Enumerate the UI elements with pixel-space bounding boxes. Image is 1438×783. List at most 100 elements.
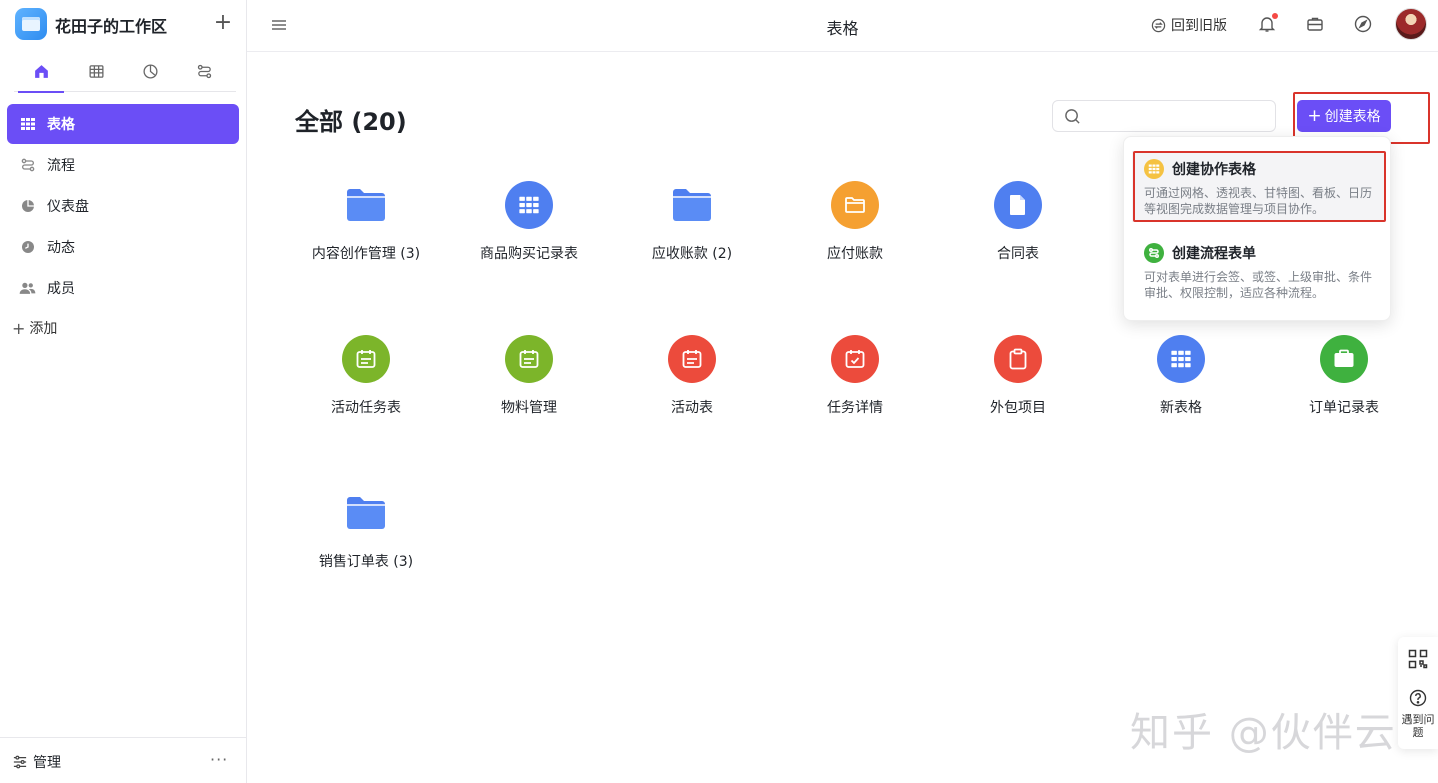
- add-label: 添加: [29, 321, 58, 337]
- compass-icon[interactable]: [1354, 15, 1374, 35]
- toolbox-icon[interactable]: [1306, 15, 1326, 35]
- calendar-icon: [505, 335, 553, 383]
- sidebar-add-button[interactable]: + 添加: [12, 318, 57, 338]
- watermark: 知乎 @伙伴云: [1130, 710, 1397, 756]
- sidebar-item-label: 动态: [47, 240, 75, 256]
- main-content: 全部 (20) + 创建表格 内容创作管理 (3) 商品购买记录表 应收账款 (…: [247, 52, 1438, 783]
- tile-new-table[interactable]: 新表格: [1100, 335, 1262, 435]
- create-dropdown-menu: 创建协作表格 可通过网格、透视表、甘特图、看板、日历等视图完成数据管理与项目协作…: [1123, 136, 1391, 321]
- avatar[interactable]: [1395, 8, 1427, 40]
- tile-activity-tasks[interactable]: 活动任务表: [285, 335, 447, 435]
- grid-table-icon: [1157, 335, 1205, 383]
- sidebar-item-flow[interactable]: 流程: [7, 145, 239, 185]
- grid-icon: [19, 116, 36, 133]
- sidebar-tabs: [14, 58, 236, 93]
- sidebar-footer: 管理 ···: [0, 737, 246, 783]
- sidebar: 花田子的工作区 + 表格 流程 仪表盘 动态 成员 + 添加 管理 ···: [0, 0, 247, 783]
- sidebar-item-activity[interactable]: 动态: [7, 227, 239, 267]
- table-icon: [88, 65, 104, 78]
- add-workspace-icon[interactable]: +: [212, 10, 234, 36]
- tile-label: 活动表: [671, 400, 713, 416]
- folder-icon: [831, 181, 879, 229]
- tile-label: 订单记录表: [1309, 400, 1379, 416]
- help-button[interactable]: 遇到问题: [1398, 689, 1438, 739]
- folder-icon: [668, 181, 716, 229]
- notification-dot: [1272, 13, 1278, 19]
- search-box[interactable]: [1052, 100, 1276, 132]
- tile-label: 商品购买记录表: [480, 246, 578, 262]
- flow-icon: [19, 157, 36, 174]
- tile-label: 应付账款: [827, 246, 883, 262]
- tile-outsourcing[interactable]: 外包项目: [937, 335, 1099, 435]
- tile-label: 新表格: [1160, 400, 1202, 416]
- sidebar-item-label: 表格: [47, 117, 75, 133]
- folder-icon: [342, 489, 390, 537]
- sidebar-nav: 表格 流程 仪表盘 动态 成员: [7, 104, 239, 309]
- back-old-label: 回到旧版: [1171, 18, 1227, 34]
- sidebar-item-label: 成员: [47, 281, 75, 297]
- grid-table-icon: [505, 181, 553, 229]
- tile-task-details[interactable]: 任务详情: [774, 335, 936, 435]
- sidebar-item-members[interactable]: 成员: [7, 268, 239, 308]
- tile-label: 任务详情: [827, 400, 883, 416]
- tile-label: 活动任务表: [331, 400, 401, 416]
- plus-icon: +: [1307, 106, 1322, 126]
- briefcase-icon: [1320, 335, 1368, 383]
- qr-code-icon[interactable]: [1408, 649, 1428, 673]
- search-input[interactable]: [1087, 106, 1267, 126]
- section-heading: 全部 (20): [295, 108, 407, 136]
- folder-icon: [342, 181, 390, 229]
- tile-label: 内容创作管理 (3): [311, 246, 421, 262]
- sidebar-item-dashboard[interactable]: 仪表盘: [7, 186, 239, 226]
- tab-tables[interactable]: [69, 58, 123, 92]
- workspace-title[interactable]: 花田子的工作区: [55, 13, 167, 37]
- calendar-icon: [342, 335, 390, 383]
- calendar-icon: [668, 335, 716, 383]
- tile-label: 销售订单表 (3): [318, 554, 414, 570]
- tile-order-records[interactable]: 订单记录表: [1263, 335, 1425, 435]
- clock-icon: [19, 239, 36, 256]
- tile-materials[interactable]: 物料管理: [448, 335, 610, 435]
- tab-home[interactable]: [14, 58, 68, 93]
- tile-label: 应收账款 (2): [651, 246, 733, 262]
- calendar-check-icon: [831, 335, 879, 383]
- members-icon: [19, 280, 36, 297]
- create-table-button[interactable]: + 创建表格: [1297, 100, 1391, 132]
- floating-help-panel: 遇到问题: [1398, 637, 1438, 749]
- tile-purchase-records[interactable]: 商品购买记录表: [448, 181, 610, 281]
- tab-flow[interactable]: [177, 58, 231, 92]
- tile-accounts-receivable[interactable]: 应收账款 (2): [611, 181, 773, 281]
- tile-activities[interactable]: 活动表: [611, 335, 773, 435]
- tab-dashboard[interactable]: [123, 58, 177, 92]
- option-description: 可对表单进行会签、或签、上级审批、条件审批、权限控制，适应各种流程。: [1144, 270, 1373, 300]
- manage-label: 管理: [33, 755, 61, 771]
- document-icon: [994, 181, 1042, 229]
- workspace-logo[interactable]: [15, 8, 47, 40]
- create-flow-form-option[interactable]: 创建流程表单 可对表单进行会签、或签、上级审批、条件审批、权限控制，适应各种流程…: [1132, 235, 1384, 307]
- more-icon[interactable]: ···: [210, 750, 228, 769]
- option-highlight-box: [1133, 151, 1386, 222]
- sidebar-item-label: 流程: [47, 158, 75, 174]
- create-label: 创建表格: [1324, 109, 1381, 125]
- top-bar: 表格 回到旧版: [247, 0, 1438, 52]
- pie-chart-icon: [142, 64, 158, 79]
- tile-contracts[interactable]: 合同表: [937, 181, 1099, 281]
- tile-label: 合同表: [997, 246, 1039, 262]
- dashboard-icon: [19, 198, 36, 215]
- tile-accounts-payable[interactable]: 应付账款: [774, 181, 936, 281]
- tile-sales-orders[interactable]: 销售订单表 (3): [285, 489, 447, 589]
- workspace-header: 花田子的工作区 +: [0, 0, 246, 48]
- plus-icon: +: [12, 318, 26, 338]
- flow-form-icon: [1144, 243, 1164, 263]
- tile-label: 物料管理: [501, 400, 557, 416]
- tile-content-management[interactable]: 内容创作管理 (3): [285, 181, 447, 281]
- flow-icon: [197, 64, 211, 79]
- settings-sliders-icon: [13, 755, 27, 769]
- clipboard-icon: [994, 335, 1042, 383]
- option-title: 创建流程表单: [1172, 246, 1256, 262]
- sidebar-item-tables[interactable]: 表格: [7, 104, 239, 144]
- manage-button[interactable]: 管理: [13, 752, 61, 772]
- sidebar-item-label: 仪表盘: [47, 199, 89, 215]
- back-to-old-version-button[interactable]: 回到旧版: [1151, 15, 1227, 35]
- home-icon: [34, 65, 48, 78]
